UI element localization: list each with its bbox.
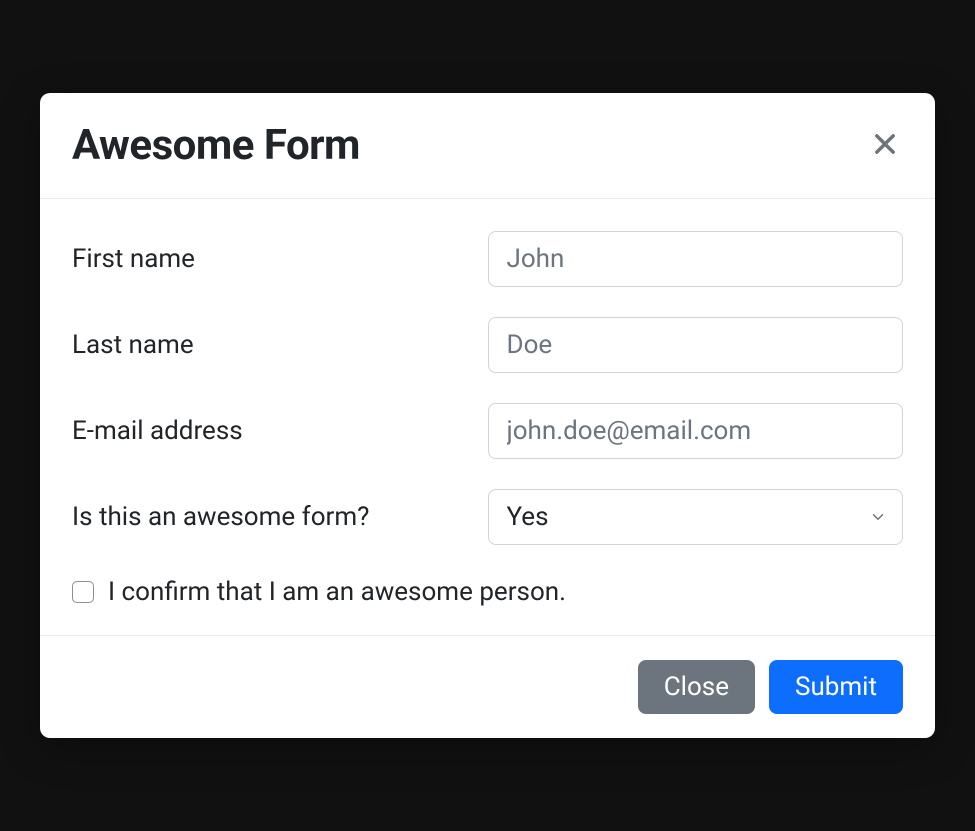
close-footer-button[interactable]: Close [638,660,755,714]
awesome-select[interactable]: Yes [488,489,904,545]
modal-dialog: Awesome Form First name Last name E-mail… [40,93,935,738]
form-row-email: E-mail address [72,403,903,459]
last-name-input[interactable] [488,317,904,373]
first-name-input[interactable] [488,231,904,287]
submit-button[interactable]: Submit [769,660,903,714]
modal-body: First name Last name E-mail address Is t… [40,199,935,635]
modal-title: Awesome Form [72,121,360,170]
last-name-label: Last name [72,330,488,360]
form-row-last-name: Last name [72,317,903,373]
confirm-checkbox[interactable] [72,581,94,603]
confirm-label[interactable]: I confirm that I am an awesome person. [108,577,566,607]
close-icon [871,146,899,161]
awesome-select-wrapper: Yes [488,489,904,545]
email-label: E-mail address [72,416,488,446]
first-name-label: First name [72,244,488,274]
awesome-label: Is this an awesome form? [72,502,488,532]
modal-footer: Close Submit [40,635,935,738]
form-row-awesome: Is this an awesome form? Yes [72,489,903,545]
modal-header: Awesome Form [40,93,935,199]
close-button[interactable] [867,126,903,164]
email-input[interactable] [488,403,904,459]
form-row-confirm: I confirm that I am an awesome person. [72,577,903,607]
form-row-first-name: First name [72,231,903,287]
